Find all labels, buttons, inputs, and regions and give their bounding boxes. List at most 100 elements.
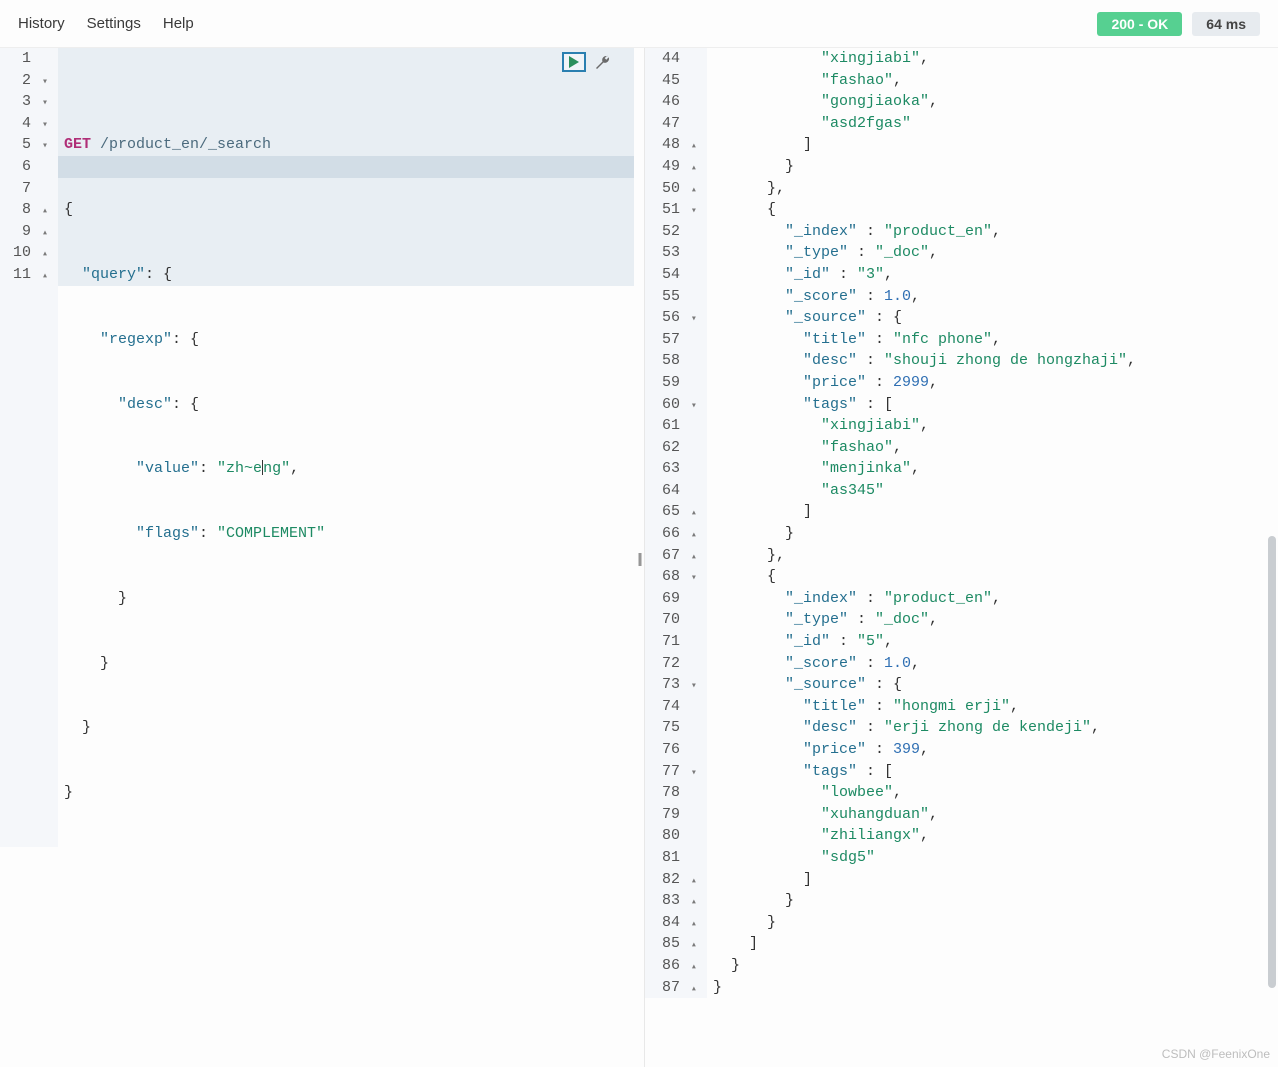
gutter-line: 55 <box>645 286 697 308</box>
code-line: "price" : 399, <box>713 739 1136 761</box>
gutter-line: 67 ▴ <box>645 545 697 567</box>
gutter-line: 47 <box>645 113 697 135</box>
gutter-line: 66 ▴ <box>645 523 697 545</box>
gutter-line: 75 <box>645 717 697 739</box>
gutter-line: 72 <box>645 653 697 675</box>
code-line: "as345" <box>713 480 1136 502</box>
splitter-handle-icon: || <box>637 550 640 566</box>
value-literal: "zh~eng" <box>217 460 290 477</box>
request-editor[interactable]: 1 2 ▾3 ▾4 ▾5 ▾6 7 8 ▴9 ▴10 ▴11 ▴ GET /pr… <box>0 48 634 847</box>
gutter-line: 44 <box>645 48 697 70</box>
menu-help[interactable]: Help <box>163 15 194 32</box>
code-line: "_type" : "_doc", <box>713 609 1136 631</box>
scrollbar-thumb[interactable] <box>1268 536 1276 988</box>
gutter-line: 56 ▾ <box>645 307 697 329</box>
gutter-line: 61 <box>645 415 697 437</box>
gutter-line: 45 <box>645 70 697 92</box>
menu-settings[interactable]: Settings <box>87 15 141 32</box>
gutter-line: 10 ▴ <box>0 242 48 264</box>
code-line: } <box>713 955 1136 977</box>
code-line: } <box>713 977 1136 999</box>
code-line: "_source" : { <box>713 307 1136 329</box>
code-line: } <box>713 912 1136 934</box>
gutter-line: 11 ▴ <box>0 264 48 286</box>
code-line: { <box>713 199 1136 221</box>
code-line: } <box>713 890 1136 912</box>
gutter-line: 86 ▴ <box>645 955 697 977</box>
gutter-line: 7 <box>0 178 48 200</box>
gutter-line: 79 <box>645 804 697 826</box>
gutter-line: 76 <box>645 739 697 761</box>
gutter-line: 3 ▾ <box>0 91 48 113</box>
latency-badge: 64 ms <box>1192 12 1260 36</box>
gutter-line: 62 <box>645 437 697 459</box>
gutter-line: 82 ▴ <box>645 869 697 891</box>
code-line: "_source" : { <box>713 674 1136 696</box>
gutter-line: 84 ▴ <box>645 912 697 934</box>
code-line: "lowbee", <box>713 782 1136 804</box>
gutter-line: 48 ▴ <box>645 134 697 156</box>
gutter-line: 74 <box>645 696 697 718</box>
code-line: }, <box>713 178 1136 200</box>
code-line: "xuhangduan", <box>713 804 1136 826</box>
gutter-line: 78 <box>645 782 697 804</box>
gutter-line: 2 ▾ <box>0 70 48 92</box>
code-line: "_id" : "3", <box>713 264 1136 286</box>
status-area: 200 - OK 64 ms <box>1097 12 1260 36</box>
gutter-line: 80 <box>645 825 697 847</box>
http-method: GET <box>64 136 91 153</box>
code-line: "asd2fgas" <box>713 113 1136 135</box>
code-line: "menjinka", <box>713 458 1136 480</box>
code-line: ] <box>713 501 1136 523</box>
code-line: "tags" : [ <box>713 394 1136 416</box>
code-line: "xingjiabi", <box>713 415 1136 437</box>
response-pane[interactable]: 44 45 46 47 48 ▴49 ▴50 ▴51 ▾52 53 54 55 … <box>644 48 1278 1067</box>
code-line: "zhiliangx", <box>713 825 1136 847</box>
request-code[interactable]: GET /product_en/_search { "query": { "re… <box>58 48 634 847</box>
gutter-line: 60 ▾ <box>645 394 697 416</box>
code-line: } <box>713 523 1136 545</box>
gutter-line: 57 <box>645 329 697 351</box>
response-editor[interactable]: 44 45 46 47 48 ▴49 ▴50 ▴51 ▾52 53 54 55 … <box>645 48 1278 998</box>
http-path: /product_en/_search <box>100 136 271 153</box>
watermark-text: CSDN @FeenixOne <box>1162 1047 1270 1061</box>
gutter-line: 58 <box>645 350 697 372</box>
code-line: } <box>713 156 1136 178</box>
gutter-line: 63 <box>645 458 697 480</box>
menu-history[interactable]: History <box>18 15 65 32</box>
gutter-line: 9 ▴ <box>0 221 48 243</box>
gutter-line: 49 ▴ <box>645 156 697 178</box>
code-line: "title" : "hongmi erji", <box>713 696 1136 718</box>
code-line: "_type" : "_doc", <box>713 242 1136 264</box>
code-line: }, <box>713 545 1136 567</box>
gutter-line: 81 <box>645 847 697 869</box>
code-line: "_index" : "product_en", <box>713 588 1136 610</box>
code-line: "gongjiaoka", <box>713 91 1136 113</box>
gutter-line: 87 ▴ <box>645 977 697 999</box>
code-line: "_index" : "product_en", <box>713 221 1136 243</box>
gutter-line: 52 <box>645 221 697 243</box>
code-line: "_score" : 1.0, <box>713 653 1136 675</box>
code-line: "_id" : "5", <box>713 631 1136 653</box>
gutter-line: 4 ▾ <box>0 113 48 135</box>
response-code[interactable]: "xingjiabi", "fashao", "gongjiaoka", "as… <box>707 48 1136 998</box>
gutter-line: 6 <box>0 156 48 178</box>
gutter-line: 46 <box>645 91 697 113</box>
status-badge: 200 - OK <box>1097 12 1182 36</box>
gutter-line: 85 ▴ <box>645 933 697 955</box>
gutter-line: 73 ▾ <box>645 674 697 696</box>
gutter-line: 5 ▾ <box>0 134 48 156</box>
gutter-line: 77 ▾ <box>645 761 697 783</box>
code-line: ] <box>713 869 1136 891</box>
pane-splitter[interactable]: || <box>634 48 644 1067</box>
gutter-line: 71 <box>645 631 697 653</box>
code-line: { <box>713 566 1136 588</box>
menu-group: History Settings Help <box>18 15 194 32</box>
top-menu-bar: History Settings Help 200 - OK 64 ms <box>0 0 1278 48</box>
code-line: "fashao", <box>713 437 1136 459</box>
code-line: "price" : 2999, <box>713 372 1136 394</box>
gutter-line: 68 ▾ <box>645 566 697 588</box>
text-caret <box>262 460 263 475</box>
request-pane[interactable]: 1 2 ▾3 ▾4 ▾5 ▾6 7 8 ▴9 ▴10 ▴11 ▴ GET /pr… <box>0 48 634 1067</box>
gutter-line: 50 ▴ <box>645 178 697 200</box>
